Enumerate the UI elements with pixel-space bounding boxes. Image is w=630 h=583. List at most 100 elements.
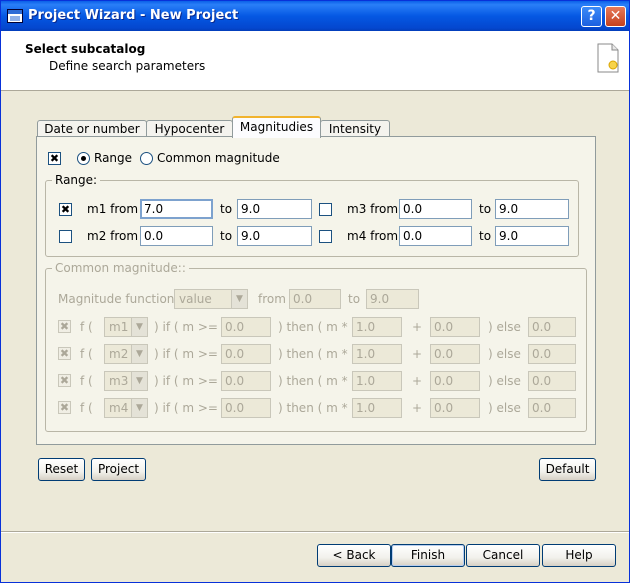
m1-from-input[interactable]: 7.0 bbox=[140, 199, 213, 219]
then-label: ) then ( m * bbox=[278, 374, 348, 388]
page-title: Select subcatalog bbox=[25, 42, 146, 56]
m1-to-label: to bbox=[220, 202, 233, 216]
common-m1-add-input[interactable]: 0.0 bbox=[430, 317, 480, 337]
plus-label: + bbox=[412, 401, 423, 415]
new-document-icon bbox=[597, 43, 619, 73]
common-m1-else-input[interactable]: 0.0 bbox=[528, 317, 576, 337]
tab-magnitudies[interactable]: Magnitudies bbox=[232, 116, 321, 138]
if-label: ) if ( m >= bbox=[154, 320, 218, 334]
chevron-down-icon: ▼ bbox=[131, 345, 147, 363]
common-m2-checkbox[interactable]: ✖ bbox=[58, 347, 71, 360]
common-m3-mult-input[interactable]: 1.0 bbox=[352, 371, 402, 391]
m4-to-label: to bbox=[479, 229, 492, 243]
common-m2-var-value: m2 bbox=[109, 347, 129, 361]
f-label: f ( bbox=[80, 347, 93, 361]
default-button[interactable]: Default bbox=[539, 458, 596, 481]
m2-from-label: m2 from bbox=[87, 229, 139, 243]
common-m3-checkbox[interactable]: ✖ bbox=[58, 374, 71, 387]
finish-button[interactable]: Finish bbox=[391, 544, 465, 567]
m2-checkbox[interactable] bbox=[59, 230, 72, 243]
common-magnitude-radio-label: Common magnitude bbox=[157, 151, 280, 165]
back-button[interactable]: < Back bbox=[317, 544, 391, 567]
plus-label: + bbox=[412, 320, 423, 334]
magnitude-function-label: Magnitude function: bbox=[58, 292, 179, 306]
common-m2-var-select[interactable]: m2 ▼ bbox=[104, 344, 148, 364]
m3-from-label: m3 from bbox=[347, 202, 399, 216]
else-label: ) else bbox=[488, 347, 521, 361]
range-group-label: Range: bbox=[52, 173, 101, 187]
magnitudes-panel: ✖ Range Common magnitude Range: ✖ m1 fro… bbox=[36, 136, 596, 445]
common-m2-add-input[interactable]: 0.0 bbox=[430, 344, 480, 364]
common-m3-add-input[interactable]: 0.0 bbox=[430, 371, 480, 391]
if-label: ) if ( m >= bbox=[154, 374, 218, 388]
common-m4-else-input[interactable]: 0.0 bbox=[528, 398, 576, 418]
m4-to-input[interactable]: 9.0 bbox=[495, 226, 569, 246]
f-label: f ( bbox=[80, 374, 93, 388]
help-button[interactable]: Help bbox=[542, 544, 616, 567]
function-to-input[interactable]: 9.0 bbox=[366, 289, 419, 309]
m4-checkbox[interactable] bbox=[319, 230, 332, 243]
chevron-down-icon: ▼ bbox=[131, 372, 147, 390]
common-m1-var-select[interactable]: m1 ▼ bbox=[104, 317, 148, 337]
chevron-down-icon: ▼ bbox=[131, 318, 147, 336]
title-close-button[interactable]: ✕ bbox=[605, 6, 626, 27]
f-label: f ( bbox=[80, 320, 93, 334]
chevron-down-icon: ▼ bbox=[131, 399, 147, 417]
common-m4-add-input[interactable]: 0.0 bbox=[430, 398, 480, 418]
m1-to-input[interactable]: 9.0 bbox=[237, 199, 312, 219]
common-m4-var-select[interactable]: m4 ▼ bbox=[104, 398, 148, 418]
common-m1-mult-input[interactable]: 1.0 bbox=[352, 317, 402, 337]
m3-to-input[interactable]: 9.0 bbox=[495, 199, 569, 219]
common-m3-var-select[interactable]: m3 ▼ bbox=[104, 371, 148, 391]
if-label: ) if ( m >= bbox=[154, 347, 218, 361]
then-label: ) then ( m * bbox=[278, 320, 348, 334]
common-m4-threshold-input[interactable]: 0.0 bbox=[221, 398, 271, 418]
else-label: ) else bbox=[488, 320, 521, 334]
m2-from-input[interactable]: 0.0 bbox=[140, 226, 213, 246]
m1-checkbox[interactable]: ✖ bbox=[59, 203, 72, 216]
plus-label: + bbox=[412, 374, 423, 388]
window-title: Project Wizard - New Project bbox=[28, 8, 239, 23]
common-magnitude-group: Common magnitude:: Magnitude function: v… bbox=[45, 261, 587, 432]
magnitude-filter-checkbox[interactable]: ✖ bbox=[48, 152, 61, 165]
m2-to-input[interactable]: 9.0 bbox=[237, 226, 312, 246]
plus-label: + bbox=[412, 347, 423, 361]
function-from-label: from bbox=[258, 292, 286, 306]
range-radio[interactable] bbox=[77, 152, 90, 165]
chevron-down-icon: ▼ bbox=[231, 290, 247, 308]
f-label: f ( bbox=[80, 401, 93, 415]
wizard-header: Select subcatalog Define search paramete… bbox=[1, 31, 629, 91]
m2-to-label: to bbox=[220, 229, 233, 243]
m3-to-label: to bbox=[479, 202, 492, 216]
title-help-button[interactable]: ? bbox=[581, 6, 602, 27]
function-from-input[interactable]: 0.0 bbox=[289, 289, 341, 309]
range-group: Range: ✖ m1 from 7.0 to 9.0 m2 from 0.0 … bbox=[45, 173, 579, 257]
common-m2-mult-input[interactable]: 1.0 bbox=[352, 344, 402, 364]
m4-from-label: m4 from bbox=[347, 229, 399, 243]
reset-button[interactable]: Reset bbox=[38, 458, 85, 481]
common-m4-mult-input[interactable]: 1.0 bbox=[352, 398, 402, 418]
common-m3-else-input[interactable]: 0.0 bbox=[528, 371, 576, 391]
magnitude-function-select[interactable]: value ▼ bbox=[174, 289, 248, 309]
common-m2-else-input[interactable]: 0.0 bbox=[528, 344, 576, 364]
project-button[interactable]: Project bbox=[91, 458, 146, 481]
common-m3-var-value: m3 bbox=[109, 374, 129, 388]
m1-from-label: m1 from bbox=[87, 202, 139, 216]
cancel-button[interactable]: Cancel bbox=[466, 544, 540, 567]
common-m4-var-value: m4 bbox=[109, 401, 129, 415]
function-to-label: to bbox=[348, 292, 361, 306]
m3-from-input[interactable]: 0.0 bbox=[399, 199, 472, 219]
range-radio-label: Range bbox=[94, 151, 133, 165]
common-m1-threshold-input[interactable]: 0.0 bbox=[221, 317, 271, 337]
else-label: ) else bbox=[488, 374, 521, 388]
common-magnitude-radio[interactable] bbox=[140, 152, 153, 165]
title-bar[interactable]: Project Wizard - New Project ? ✕ bbox=[1, 1, 629, 31]
m3-checkbox[interactable] bbox=[319, 203, 332, 216]
common-m3-threshold-input[interactable]: 0.0 bbox=[221, 371, 271, 391]
then-label: ) then ( m * bbox=[278, 347, 348, 361]
common-m4-checkbox[interactable]: ✖ bbox=[58, 401, 71, 414]
common-magnitude-group-label: Common magnitude:: bbox=[52, 261, 189, 275]
common-m1-checkbox[interactable]: ✖ bbox=[58, 320, 71, 333]
m4-from-input[interactable]: 0.0 bbox=[399, 226, 472, 246]
common-m2-threshold-input[interactable]: 0.0 bbox=[221, 344, 271, 364]
